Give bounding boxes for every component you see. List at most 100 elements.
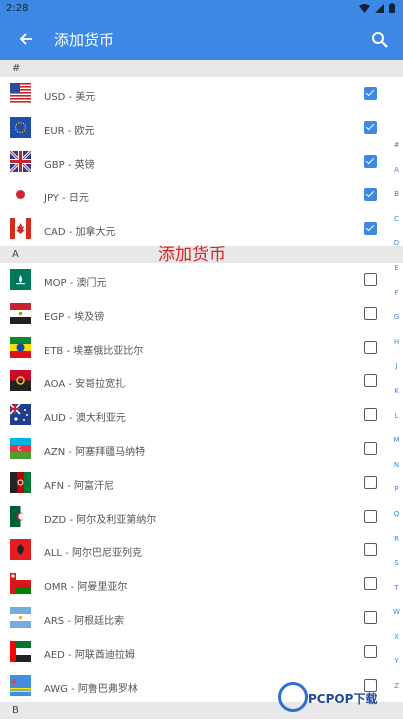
signal-icon — [375, 3, 384, 13]
arrow-left-icon — [19, 33, 32, 45]
select-checkbox[interactable] — [364, 610, 377, 624]
currency-row[interactable]: DZD - 阿尔及利亚第纳尔 — [0, 500, 403, 534]
currency-label: DZD - 阿尔及利亚第纳尔 — [44, 514, 157, 526]
back-button[interactable] — [14, 27, 38, 51]
currency-row[interactable]: EGP - 埃及镑 — [0, 297, 403, 331]
watermark-text: PCPOP下载 — [308, 692, 378, 706]
currency-label: JPY - 日元 — [44, 193, 89, 205]
currency-label: EGP - 埃及镑 — [44, 311, 105, 323]
currency-row[interactable]: AZN - 阿塞拜疆马纳特 — [0, 432, 403, 466]
currency-label: CAD - 加拿大元 — [44, 227, 116, 239]
select-checkbox[interactable] — [364, 272, 377, 286]
currency-label: OMR - 阿曼里亚尔 — [44, 582, 128, 594]
flag-au-icon — [10, 404, 31, 426]
select-checkbox[interactable] — [364, 543, 377, 557]
select-checkbox[interactable] — [364, 340, 377, 354]
currency-row[interactable]: USD - 美元 — [0, 77, 403, 111]
currency-row[interactable]: AUD - 澳大利亚元 — [0, 398, 403, 432]
index-letter[interactable]: G — [390, 312, 403, 337]
select-checkbox[interactable] — [364, 306, 377, 320]
flag-al-icon — [10, 539, 31, 561]
currency-row[interactable]: AFN - 阿富汗尼 — [0, 466, 403, 500]
currency-row[interactable]: MOP - 澳门元 — [0, 263, 403, 297]
alphabet-index[interactable]: # A B C D E F G H J K L M N P Q R S T W X Y Z — [390, 140, 403, 706]
flag-et-icon — [10, 336, 31, 358]
index-letter[interactable]: # — [390, 140, 403, 165]
currency-label: ALL - 阿尔巴尼亚列克 — [44, 548, 142, 560]
search-button[interactable] — [367, 27, 391, 51]
currency-row[interactable]: EUR - 欧元 — [0, 111, 403, 145]
flag-ca-icon — [10, 218, 31, 240]
section-header: # — [0, 60, 403, 77]
select-checkbox[interactable] — [364, 577, 377, 591]
select-checkbox[interactable] — [364, 509, 377, 523]
index-letter[interactable]: W — [390, 607, 403, 632]
wifi-icon — [359, 3, 370, 13]
index-letter[interactable]: M — [390, 435, 403, 460]
index-letter[interactable]: A — [390, 165, 403, 190]
overlay-caption: 添加货币 — [158, 245, 226, 265]
watermark: PCPOP下载 — [278, 682, 403, 720]
flag-dz-icon — [10, 505, 31, 527]
index-letter[interactable]: R — [390, 534, 403, 559]
currency-label: AWG - 阿鲁巴弗罗林 — [44, 683, 138, 695]
flag-az-icon — [10, 437, 31, 459]
index-letter[interactable]: J — [390, 361, 403, 386]
currency-row[interactable]: ETB - 埃塞俄比亚比尔 — [0, 331, 403, 365]
index-letter[interactable]: C — [390, 214, 403, 239]
index-letter[interactable]: S — [390, 558, 403, 583]
index-letter[interactable]: N — [390, 460, 403, 485]
status-bar: 2:28 — [0, 0, 403, 18]
index-letter[interactable]: D — [390, 238, 403, 263]
flag-us-icon — [10, 83, 31, 104]
select-checkbox[interactable] — [364, 154, 377, 168]
currency-label: AOA - 安哥拉宽扎 — [44, 379, 126, 391]
index-letter[interactable]: T — [390, 583, 403, 608]
select-checkbox[interactable] — [364, 120, 377, 134]
flag-ao-icon — [10, 370, 31, 392]
currency-row[interactable]: JPY - 日元 — [0, 178, 403, 212]
status-time: 2:28 — [6, 3, 29, 14]
flag-eu-icon — [10, 116, 31, 138]
flag-af-icon — [10, 471, 31, 493]
flag-ae-icon — [10, 640, 31, 662]
index-letter[interactable]: K — [390, 386, 403, 411]
currency-row[interactable]: GBP - 英镑 — [0, 145, 403, 179]
currency-label: MOP - 澳门元 — [44, 277, 107, 289]
currency-row[interactable]: AOA - 安哥拉宽扎 — [0, 364, 403, 398]
currency-label: AED - 阿联酋迪拉姆 — [44, 649, 135, 661]
currency-row[interactable]: ARS - 阿根廷比索 — [0, 601, 403, 635]
currency-row[interactable]: ALL - 阿尔巴尼亚列克 — [0, 533, 403, 567]
search-icon — [371, 31, 388, 48]
flag-aw-icon — [10, 674, 31, 696]
currency-label: ETB - 埃塞俄比亚比尔 — [44, 345, 144, 357]
currency-row[interactable]: OMR - 阿曼里亚尔 — [0, 567, 403, 601]
select-checkbox[interactable] — [364, 374, 377, 388]
flag-om-icon — [10, 573, 31, 595]
index-letter[interactable]: E — [390, 263, 403, 288]
index-letter[interactable]: X — [390, 632, 403, 657]
index-letter[interactable]: Q — [390, 509, 403, 534]
index-letter[interactable]: L — [390, 411, 403, 436]
currency-label: AUD - 澳大利亚元 — [44, 413, 126, 425]
index-letter[interactable]: B — [390, 189, 403, 214]
currency-row[interactable]: AED - 阿联酋迪拉姆 — [0, 635, 403, 669]
select-checkbox[interactable] — [364, 188, 377, 202]
currency-list[interactable]: # USD - 美元 EUR - 欧元 GBP - 英镑 JPY - 日元 CAD - 加… — [0, 60, 403, 720]
select-checkbox[interactable] — [364, 441, 377, 455]
select-checkbox[interactable] — [364, 408, 377, 422]
select-checkbox[interactable] — [364, 222, 377, 236]
select-checkbox[interactable] — [364, 475, 377, 489]
currency-label: AFN - 阿富汗尼 — [44, 480, 115, 492]
currency-label: ARS - 阿根廷比索 — [44, 615, 125, 627]
select-checkbox[interactable] — [364, 644, 377, 658]
index-letter[interactable]: F — [390, 288, 403, 313]
app-bar: 添加货币 — [0, 18, 403, 60]
index-letter[interactable]: P — [390, 484, 403, 509]
battery-icon — [389, 3, 395, 13]
index-letter[interactable]: Y — [390, 656, 403, 681]
currency-label: GBP - 英镑 — [44, 159, 95, 171]
page-title: 添加货币 — [54, 31, 115, 49]
index-letter[interactable]: H — [390, 337, 403, 362]
select-checkbox[interactable] — [364, 87, 377, 100]
